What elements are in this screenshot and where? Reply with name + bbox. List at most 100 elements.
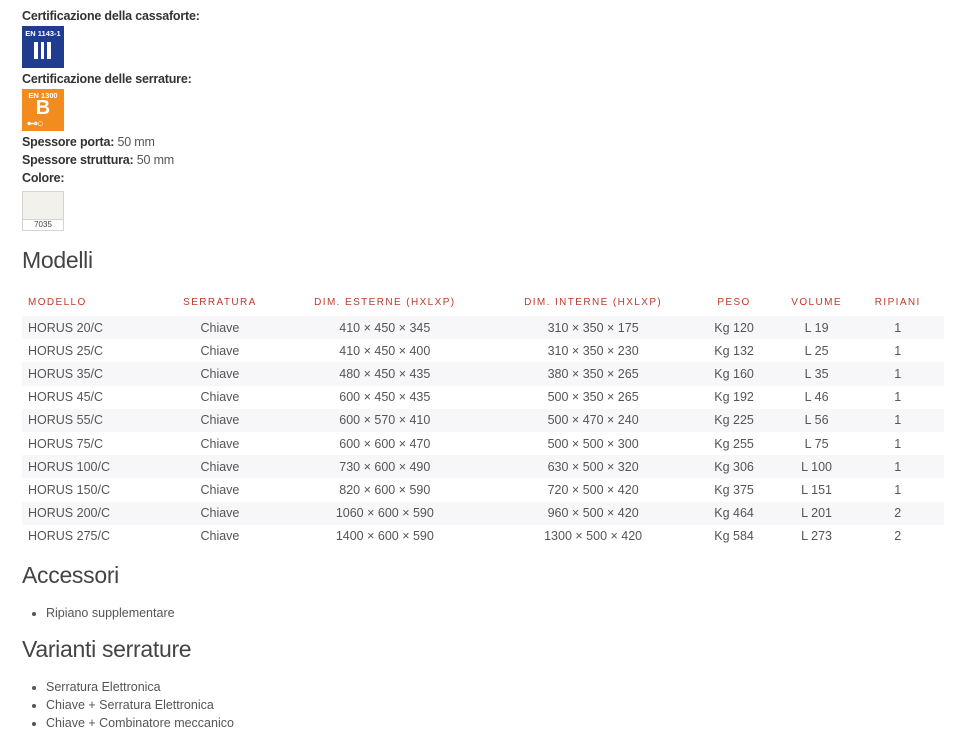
cell-shelves: 1 — [851, 316, 944, 340]
cell-external-dim: 1060 × 600 × 590 — [269, 501, 500, 525]
cell-lock: Chiave — [170, 362, 270, 386]
table-header-row: MODELLO SERRATURA DIM. ESTERNE (HXLXP) D… — [22, 289, 944, 316]
lock-variants-list: Serratura Elettronica Chiave + Serratura… — [22, 678, 944, 732]
cell-external-dim: 1400 × 600 × 590 — [335, 529, 434, 544]
cell-internal-dim: 500 × 470 × 240 — [499, 408, 687, 432]
cell-model: HORUS 35/C — [22, 362, 171, 386]
cell-external-dim: 600 × 570 × 410 — [269, 408, 500, 432]
table-row: HORUS 55/C Chiave 600 × 570 × 410 500 × … — [22, 408, 944, 432]
table-row: HORUS 45/C Chiave 600 × 450 × 435 500 × … — [22, 386, 944, 409]
cell-internal-dim: 380 × 350 × 265 — [499, 362, 687, 386]
col-header-lock: SERRATURA — [183, 297, 257, 308]
cell-model: HORUS 75/C — [28, 436, 104, 451]
cell-lock: Chiave — [170, 316, 270, 340]
color-code: 7035 — [23, 219, 63, 230]
cell-model: HORUS 150/C — [28, 482, 110, 497]
product-details: Certificazione della cassaforte: EN 1143… — [22, 0, 944, 732]
table-row: HORUS 100/C Chiave 730 × 600 × 490 630 ×… — [22, 455, 944, 479]
body-thickness-value: 50 mm — [136, 153, 174, 167]
table-row: HORUS 75/C Chiave 600 × 600 × 470 500 × … — [22, 432, 944, 455]
models-heading: Modelli — [22, 247, 93, 273]
cell-weight: Kg 132 — [714, 343, 754, 358]
cell-shelves: 1 — [894, 482, 902, 497]
safe-cert-label: Certificazione della cassaforte: — [22, 9, 200, 23]
cell-internal-dim: 630 × 500 × 320 — [499, 455, 687, 479]
list-item: Ripiano supplementare — [46, 604, 944, 622]
cell-external-dim: 600 × 450 × 435 — [339, 390, 431, 405]
table-row: HORUS 35/C Chiave 480 × 450 × 435 380 × … — [22, 362, 944, 386]
cell-lock: Chiave — [200, 436, 240, 451]
table-row: HORUS 20/C Chiave 410 × 450 × 345 310 × … — [22, 316, 944, 340]
col-header-external-dim: DIM. ESTERNE (HXLXP) — [314, 297, 456, 308]
accessories-heading: Accessori — [22, 561, 119, 588]
cell-external-dim: 820 × 600 × 590 — [339, 482, 431, 497]
cell-volume: L 151 — [801, 482, 832, 497]
cell-internal-dim: 310 × 350 × 175 — [499, 316, 687, 340]
cell-weight: Kg 255 — [714, 436, 754, 451]
cell-weight: Kg 584 — [714, 529, 754, 544]
cell-shelves: 1 — [894, 390, 902, 405]
table-row: HORUS 275/C Chiave 1400 × 600 × 590 1300… — [22, 525, 944, 548]
cell-shelves: 2 — [894, 529, 902, 544]
cell-volume: L 19 — [781, 316, 852, 340]
cell-internal-dim: 720 × 500 × 420 — [547, 482, 639, 497]
cell-volume: L 75 — [804, 436, 829, 451]
cell-volume: L 100 — [781, 455, 852, 479]
col-header-shelves: RIPIANI — [874, 297, 921, 308]
cell-model: HORUS 45/C — [28, 390, 104, 405]
cell-volume: L 273 — [801, 529, 832, 544]
cell-model: HORUS 275/C — [28, 529, 110, 544]
cell-volume: L 25 — [804, 343, 829, 358]
cell-weight: Kg 464 — [686, 501, 782, 525]
col-header-volume: VOLUME — [791, 297, 842, 308]
color-swatch[interactable]: 7035 — [22, 191, 64, 231]
en1300-cert-icon: EN 1300 B ⊷○ — [22, 89, 64, 131]
safe-cert-grade-bars-icon — [34, 42, 54, 64]
cell-internal-dim: 960 × 500 × 420 — [499, 501, 687, 525]
en1143-cert-icon: EN 1143-1 — [22, 26, 64, 68]
color-label: Colore: — [22, 171, 65, 185]
cell-volume: L 46 — [804, 390, 829, 405]
cell-weight: Kg 120 — [686, 316, 782, 340]
col-header-internal-dim: DIM. INTERNE (HXLXP) — [524, 297, 663, 308]
table-row: HORUS 25/C Chiave 410 × 450 × 400 310 × … — [22, 339, 944, 362]
cell-internal-dim: 1300 × 500 × 420 — [544, 529, 643, 544]
cell-weight: Kg 225 — [686, 408, 782, 432]
table-row: HORUS 200/C Chiave 1060 × 600 × 590 960 … — [22, 501, 944, 525]
cell-weight: Kg 192 — [714, 390, 754, 405]
cell-internal-dim: 500 × 500 × 300 — [547, 436, 639, 451]
cell-volume: L 201 — [781, 501, 852, 525]
door-thickness-value: 50 mm — [117, 135, 155, 149]
lock-cert-label: Certificazione delle serrature: — [22, 72, 192, 86]
list-item: Serratura Elettronica — [46, 678, 944, 696]
body-thickness: Spessore struttura: 50 mm — [22, 151, 944, 169]
key-icon: ⊷○ — [27, 118, 44, 130]
cell-shelves: 1 — [851, 408, 944, 432]
cell-weight: Kg 160 — [686, 362, 782, 386]
cell-internal-dim: 500 × 350 × 265 — [547, 390, 639, 405]
door-thickness: Spessore porta: 50 mm — [22, 133, 944, 151]
cell-shelves: 1 — [894, 343, 902, 358]
lock-variants-heading: Varianti serrature — [22, 635, 192, 662]
col-header-model: MODELLO — [28, 297, 87, 308]
cell-lock: Chiave — [170, 501, 270, 525]
cell-external-dim: 600 × 600 × 470 — [339, 436, 431, 451]
cell-model: HORUS 100/C — [22, 455, 171, 479]
cell-shelves: 1 — [851, 362, 944, 386]
cell-lock: Chiave — [200, 529, 240, 544]
cell-external-dim: 480 × 450 × 435 — [269, 362, 500, 386]
door-thickness-label: Spessore porta: — [22, 135, 115, 149]
col-header-weight: PESO — [717, 297, 751, 308]
cell-weight: Kg 375 — [714, 482, 754, 497]
cell-external-dim: 410 × 450 × 400 — [339, 343, 431, 358]
cell-external-dim: 410 × 450 × 345 — [269, 316, 500, 340]
cell-model: HORUS 20/C — [22, 316, 171, 340]
cell-shelves: 1 — [851, 455, 944, 479]
table-row: HORUS 150/C Chiave 820 × 600 × 590 720 ×… — [22, 478, 944, 501]
cell-volume: L 56 — [781, 408, 852, 432]
cell-weight: Kg 306 — [686, 455, 782, 479]
cell-lock: Chiave — [200, 343, 240, 358]
list-item: Chiave + Serratura Elettronica — [46, 696, 944, 714]
body-thickness-label: Spessore struttura: — [22, 153, 134, 167]
cell-lock: Chiave — [200, 482, 240, 497]
